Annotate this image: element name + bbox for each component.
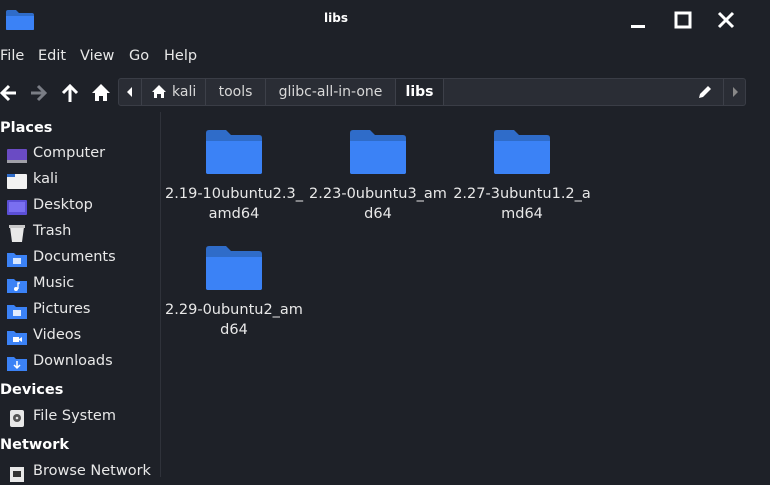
documents-folder-icon (7, 253, 27, 267)
section-network: Network (0, 437, 70, 453)
folder-item[interactable]: 2.19-10ubuntu2.3_amd64 (164, 129, 304, 224)
sidebar: Places Computer kali Desktop Trash Docum… (0, 112, 161, 482)
sidebar-item-label: Downloads (33, 353, 113, 369)
crumb-kali[interactable]: kali (142, 79, 206, 105)
trash-icon (9, 225, 25, 242)
path-scroll-left-icon[interactable] (119, 79, 142, 105)
crumb-tools[interactable]: tools (206, 79, 266, 105)
menu-view[interactable]: View (80, 48, 114, 64)
path-scroll-right-icon[interactable] (723, 79, 746, 105)
home-icon (152, 85, 166, 98)
window-title: libs (324, 11, 348, 25)
network-icon (10, 467, 24, 482)
home-icon[interactable] (90, 80, 112, 106)
computer-icon (7, 149, 27, 163)
sidebar-item-desktop[interactable]: Desktop (0, 195, 158, 219)
sidebar-item-label: File System (33, 408, 116, 424)
sidebar-item-trash[interactable]: Trash (0, 221, 158, 245)
pictures-folder-icon (7, 305, 27, 319)
folder-name: 2.27-3ubuntu1.2_amd64 (453, 186, 591, 222)
menu-go[interactable]: Go (129, 48, 149, 64)
videos-folder-icon (7, 331, 27, 345)
sidebar-item-kali[interactable]: kali (0, 169, 158, 193)
folder-item[interactable]: 2.27-3ubuntu1.2_amd64 (452, 129, 592, 224)
home-folder-icon (7, 174, 27, 189)
sidebar-item-file-system[interactable]: File System (0, 406, 158, 430)
drive-icon (10, 410, 24, 427)
folder-item[interactable]: 2.29-0ubuntu2_amd64 (164, 245, 304, 340)
sidebar-item-computer[interactable]: Computer (0, 143, 158, 167)
folder-name: 2.23-0ubuntu3_amd64 (309, 186, 447, 222)
desktop-icon (7, 200, 27, 215)
minimize-icon[interactable] (626, 8, 650, 32)
sidebar-item-label: Desktop (33, 197, 93, 213)
sidebar-item-label: Documents (33, 249, 116, 265)
crumb-glibc-all-in-one[interactable]: glibc-all-in-one (266, 79, 396, 105)
menu-edit[interactable]: Edit (38, 48, 66, 64)
scrollbar[interactable] (757, 112, 770, 477)
folder-icon (494, 130, 550, 174)
sidebar-item-browse-network[interactable]: Browse Network (0, 461, 158, 485)
folder-icon (206, 246, 262, 290)
crumb-label: kali (172, 84, 197, 100)
forward-arrow-icon[interactable] (28, 80, 48, 106)
folder-icon (350, 130, 406, 174)
sidebar-item-label: Videos (33, 327, 82, 343)
maximize-icon[interactable] (671, 8, 695, 32)
folder-name: 2.19-10ubuntu2.3_amd64 (165, 186, 303, 222)
back-arrow-icon[interactable] (0, 80, 20, 106)
close-icon[interactable] (714, 8, 738, 32)
folder-item[interactable]: 2.23-0ubuntu3_amd64 (308, 129, 448, 224)
pencil-icon[interactable] (697, 84, 713, 100)
downloads-folder-icon (7, 357, 27, 371)
sidebar-item-music[interactable]: Music (0, 273, 158, 297)
title-bar: libs (0, 0, 770, 40)
crumb-libs[interactable]: libs (396, 79, 444, 105)
section-devices: Devices (0, 382, 64, 398)
up-arrow-icon[interactable] (60, 80, 80, 106)
menu-file[interactable]: File (0, 48, 24, 64)
sidebar-item-label: Trash (33, 223, 72, 239)
folder-icon (206, 130, 262, 174)
sidebar-item-pictures[interactable]: Pictures (0, 299, 158, 323)
file-view: 2.19-10ubuntu2.3_amd64 2.23-0ubuntu3_amd… (161, 112, 757, 477)
sidebar-item-label: Music (33, 275, 75, 291)
sidebar-item-videos[interactable]: Videos (0, 325, 158, 349)
section-places: Places (0, 120, 53, 136)
path-bar: kali tools glibc-all-in-one libs (118, 78, 746, 106)
sidebar-item-label: kali (33, 171, 59, 187)
folder-name: 2.29-0ubuntu2_amd64 (165, 302, 303, 338)
sidebar-item-downloads[interactable]: Downloads (0, 351, 158, 375)
sidebar-item-label: Computer (33, 145, 106, 161)
menu-help[interactable]: Help (164, 48, 197, 64)
music-folder-icon (7, 279, 27, 293)
sidebar-item-label: Pictures (33, 301, 91, 317)
sidebar-item-documents[interactable]: Documents (0, 247, 158, 271)
